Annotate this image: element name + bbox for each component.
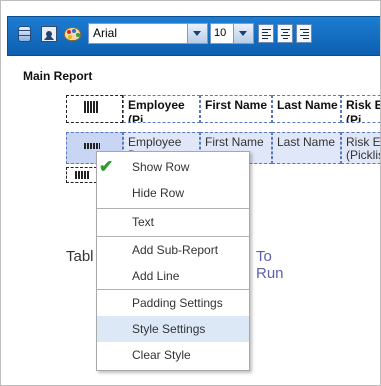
align-center-icon[interactable] <box>277 24 293 43</box>
font-family-value: Arial <box>93 26 118 40</box>
font-size-value: 10 <box>214 27 227 39</box>
align-left-icon[interactable] <box>258 24 274 43</box>
image-icon[interactable] <box>39 25 59 45</box>
menu-item-clear-style[interactable]: Clear Style <box>97 342 249 368</box>
background-text: Tabl To Run <box>66 248 284 282</box>
menu-item-add-sub-report[interactable]: Add Sub-Report <box>97 237 249 263</box>
chevron-down-icon[interactable] <box>233 24 253 43</box>
row-handle-icon[interactable] <box>66 167 97 183</box>
background-text-left: Tabl <box>66 248 94 265</box>
menu-item-add-line[interactable]: Add Line <box>97 263 249 289</box>
report-designer-frame: Arial 10 Main Report Employee (Pi First … <box>0 0 381 386</box>
context-menu: ✔ Show Row Hide Row Text Add Sub-Report … <box>96 151 250 371</box>
column-header[interactable]: Employee (Pi <box>123 95 200 123</box>
column-header[interactable]: Last Name <box>272 95 341 123</box>
check-icon: ✔ <box>99 157 114 176</box>
column-header[interactable]: First Name <box>200 95 272 123</box>
column-header[interactable]: Risk E (Pi <box>341 95 380 123</box>
row-cell[interactable]: Last Name <box>272 132 341 164</box>
menu-item-padding-settings[interactable]: Padding Settings <box>97 290 249 316</box>
row-cell[interactable]: Risk Ev (Picklis <box>341 132 380 164</box>
palette-icon[interactable] <box>63 25 83 45</box>
formatting-toolbar: Arial 10 <box>7 16 380 56</box>
menu-item-text[interactable]: Text <box>97 209 249 235</box>
font-family-select[interactable]: Arial <box>88 23 208 44</box>
row-handle-icon[interactable] <box>66 95 123 123</box>
background-link-text[interactable]: To Run <box>256 248 284 282</box>
menu-item-hide-row[interactable]: Hide Row <box>97 180 249 206</box>
database-icon[interactable] <box>15 25 35 45</box>
align-right-icon[interactable] <box>296 24 312 43</box>
section-title: Main Report <box>23 69 93 83</box>
menu-item-show-row[interactable]: ✔ Show Row <box>97 154 249 180</box>
menu-item-style-settings[interactable]: Style Settings <box>97 316 249 342</box>
font-size-select[interactable]: 10 <box>210 23 254 44</box>
chevron-down-icon[interactable] <box>187 24 207 43</box>
